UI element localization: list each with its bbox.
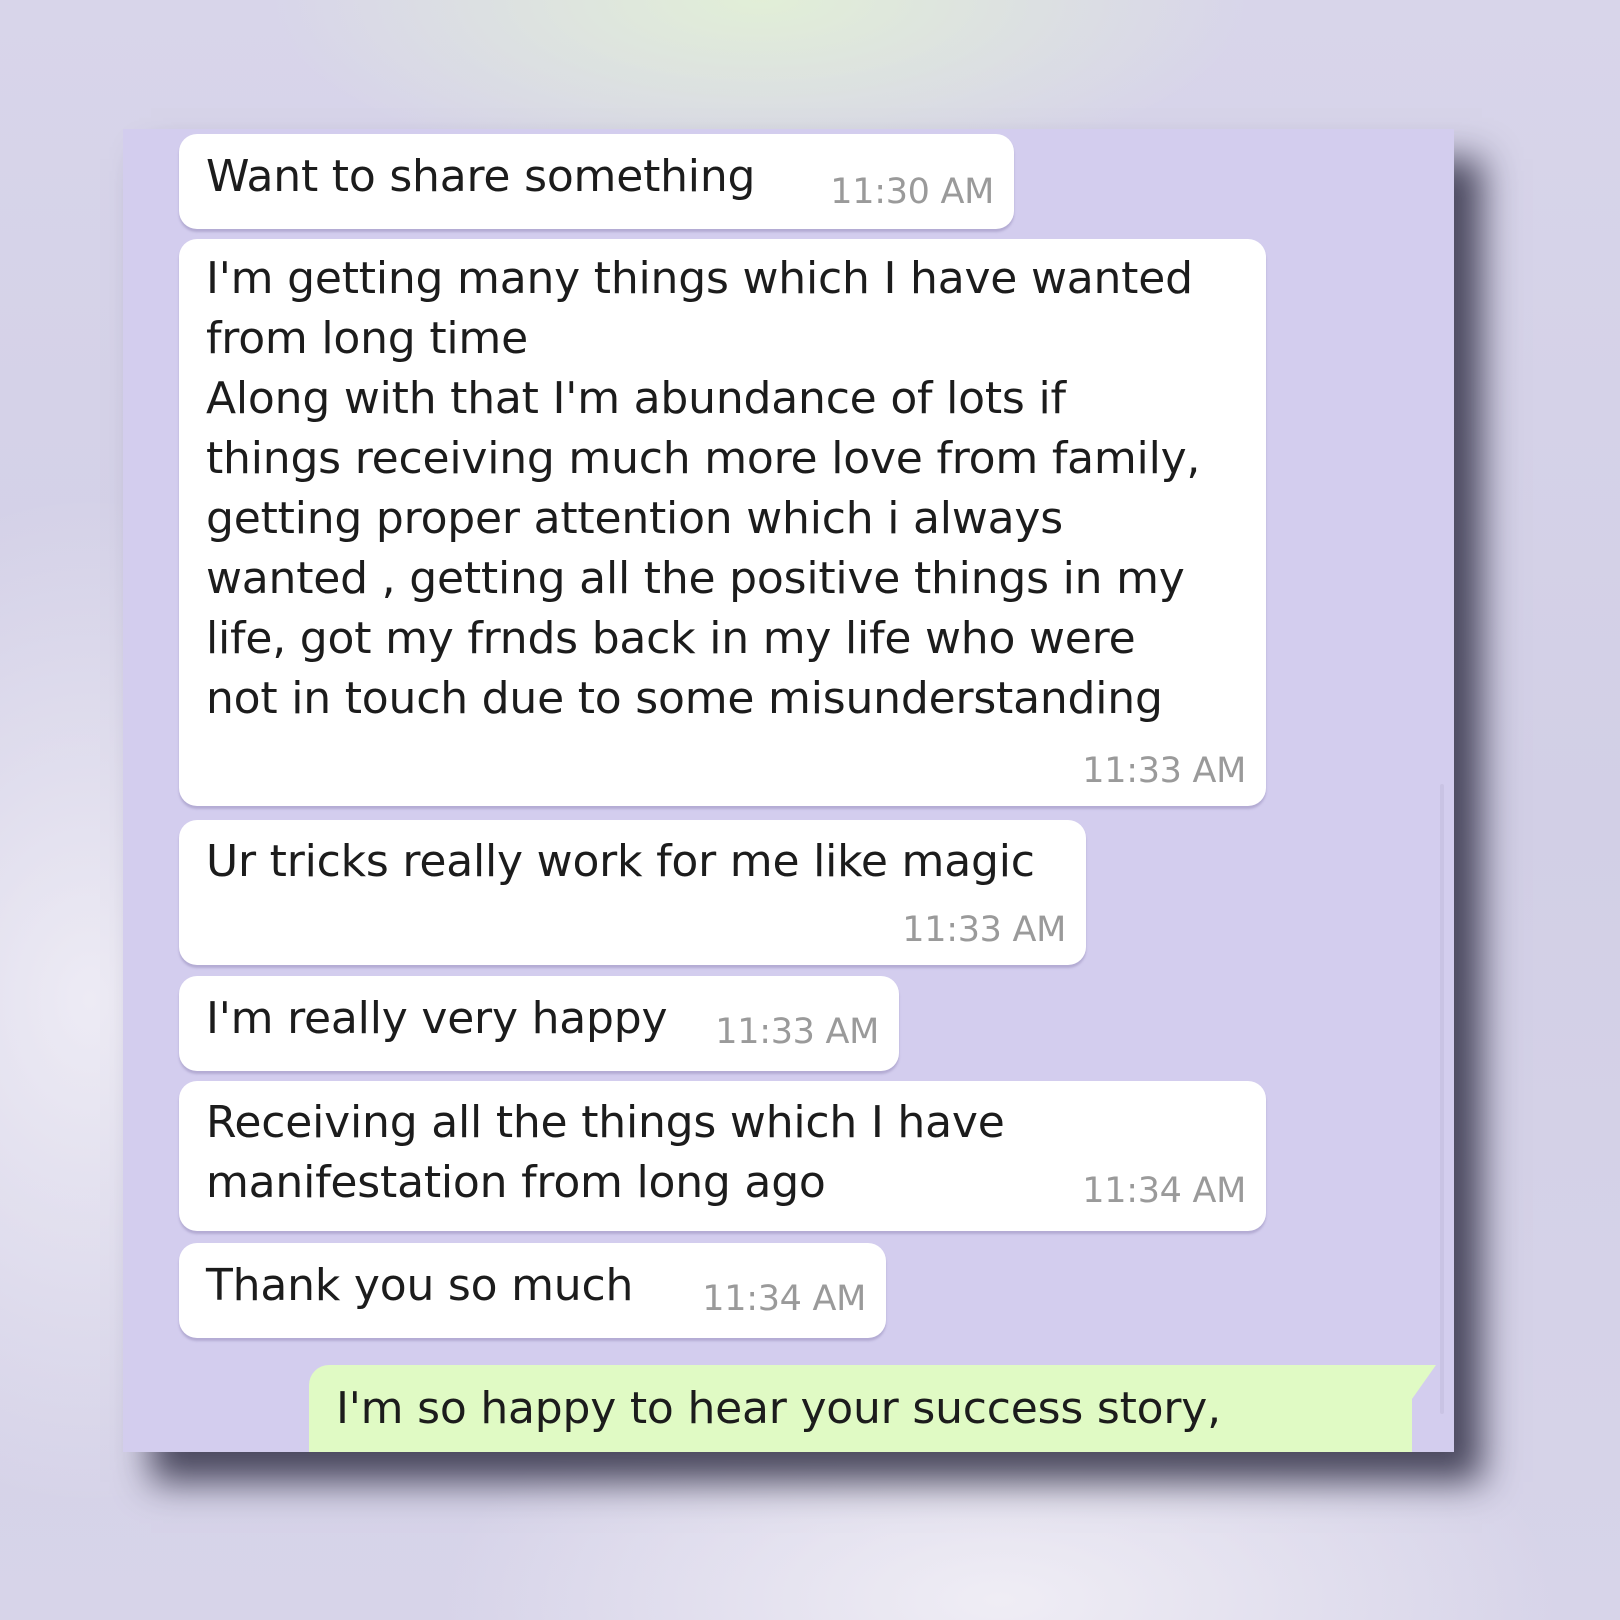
bubble-tail xyxy=(1412,1365,1436,1399)
message-timestamp: 11:34 AM xyxy=(1082,1171,1246,1211)
message-timestamp: 11:33 AM xyxy=(715,1012,879,1052)
message-text: Want to share something xyxy=(206,151,756,202)
message-text: I'm getting many things which I have wan… xyxy=(206,253,1201,724)
incoming-message-bubble[interactable]: Ur tricks really work for me like magic … xyxy=(179,820,1086,965)
message-text: Ur tricks really work for me like magic xyxy=(206,836,1035,887)
incoming-message-bubble[interactable]: Receiving all the things which I have ma… xyxy=(179,1081,1266,1231)
message-timestamp: 11:30 AM xyxy=(830,172,994,212)
incoming-message-bubble[interactable]: Thank you so much 11:34 AM xyxy=(179,1243,886,1338)
message-text: I'm so happy to hear your success story, xyxy=(336,1383,1221,1434)
incoming-message-bubble[interactable]: Want to share something 11:30 AM xyxy=(179,134,1014,229)
scrollbar[interactable] xyxy=(1440,784,1444,1414)
message-text: Thank you so much xyxy=(206,1260,634,1311)
message-timestamp: 11:33 AM xyxy=(1082,751,1246,791)
message-text: I'm really very happy xyxy=(206,993,668,1044)
incoming-message-bubble[interactable]: I'm getting many things which I have wan… xyxy=(179,239,1266,806)
message-timestamp: 11:33 AM xyxy=(902,910,1066,950)
outgoing-message-bubble[interactable]: I'm so happy to hear your success story, xyxy=(309,1365,1412,1452)
chat-screenshot: Want to share something 11:30 AM I'm get… xyxy=(123,129,1454,1452)
message-text: Receiving all the things which I have ma… xyxy=(206,1097,1005,1208)
incoming-message-bubble[interactable]: I'm really very happy 11:33 AM xyxy=(179,976,899,1071)
message-timestamp: 11:34 AM xyxy=(702,1279,866,1319)
